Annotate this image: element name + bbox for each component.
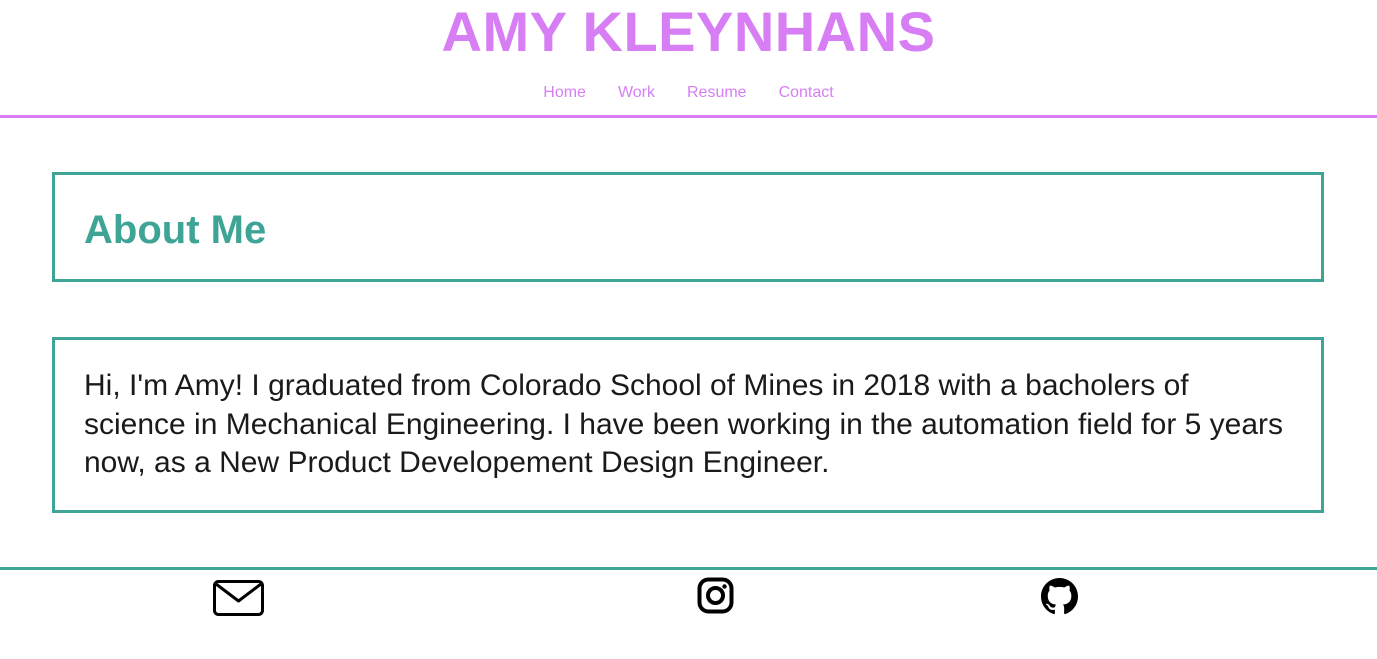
about-heading-box: About Me xyxy=(52,172,1324,282)
github-link[interactable] xyxy=(1041,578,1078,615)
about-text-box: Hi, I'm Amy! I graduated from Colorado S… xyxy=(52,337,1324,513)
nav-link-resume[interactable]: Resume xyxy=(687,82,747,104)
nav-link-contact[interactable]: Contact xyxy=(779,82,834,104)
site-header: AMY KLEYNHANS Home Work Resume Contact xyxy=(0,0,1377,118)
main-nav: Home Work Resume Contact xyxy=(0,82,1377,104)
github-icon xyxy=(1041,578,1078,615)
instagram-link[interactable] xyxy=(697,577,734,614)
instagram-icon xyxy=(697,577,734,614)
nav-link-work[interactable]: Work xyxy=(618,82,655,104)
about-heading: About Me xyxy=(84,208,267,252)
email-icon xyxy=(213,580,264,616)
nav-link-home[interactable]: Home xyxy=(543,82,586,104)
site-footer xyxy=(0,567,1377,659)
site-title: AMY KLEYNHANS xyxy=(441,0,936,63)
email-link[interactable] xyxy=(213,579,264,617)
about-text: Hi, I'm Amy! I graduated from Colorado S… xyxy=(84,369,1284,479)
